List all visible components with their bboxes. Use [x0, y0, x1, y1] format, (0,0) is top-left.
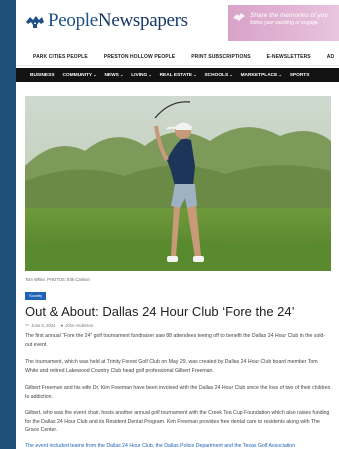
author-name: John Anderson [65, 322, 94, 328]
main-nav-business[interactable]: BUSINESS [30, 73, 55, 78]
main-nav-sports-label: SPORTS [289, 72, 310, 78]
paragraph-4: Gilbert, who was the event chair, hosts … [25, 410, 330, 433]
paragraph-2: The tournament, which was held at Trinit… [25, 359, 318, 374]
ad-headline: Share the memories of you [250, 12, 329, 19]
photo-caption: Tom White. PHOTOS: Erik Carlson [25, 277, 90, 282]
logo-part2: Newspapers [97, 10, 188, 31]
paragraph-1: The first annual “Fore the 24” golf tour… [25, 333, 326, 348]
chevron-down-icon: ⌄ [93, 72, 97, 77]
category-badge[interactable]: Society [25, 292, 47, 300]
main-nav-news[interactable]: NEWS⌄ [104, 72, 123, 78]
main-nav-schools[interactable]: SCHOOLS⌄ [204, 72, 232, 78]
ad-subline: follow your wedding or engage [250, 20, 318, 26]
main-nav-community[interactable]: COMMUNITY⌄ [63, 72, 97, 78]
main-nav-community-label: COMMUNITY [62, 73, 93, 78]
main-nav-schools-label: SCHOOLS [204, 73, 229, 78]
hero-photo [25, 96, 331, 271]
chevron-down-icon: ⌄ [119, 72, 124, 77]
chevron-down-icon: ⌄ [193, 72, 197, 77]
article-title: Out & About: Dallas 24 Hour Club ‘Fore t… [25, 304, 295, 319]
logo-icon [26, 16, 44, 28]
bird-icon [233, 13, 245, 21]
top-nav-park-cities[interactable]: PARK CITIES PEOPLE [33, 54, 88, 60]
logo-part1: People [48, 10, 98, 31]
main-nav-marketplace[interactable]: MARKETPLACE⌄ [241, 72, 282, 78]
top-nav-preston-hollow[interactable]: PRESTON HOLLOW PEOPLE [104, 54, 175, 60]
top-nav-advertise[interactable]: AD [327, 54, 334, 60]
main-nav-sports[interactable]: SPORTS [290, 73, 310, 78]
chevron-down-icon: ⌄ [278, 72, 282, 77]
article-meta: ▭ June 5, 2024 ● John Anderson [25, 322, 93, 328]
top-nav-print-subscriptions[interactable]: PRINT SUBSCRIPTIONS [191, 54, 250, 60]
main-nav-living[interactable]: LIVING⌄ [131, 72, 151, 78]
article-author[interactable]: ● John Anderson [60, 323, 93, 328]
site-logo-text: PeopleNewspapers [48, 10, 188, 32]
top-nav: PARK CITIES PEOPLE PRESTON HOLLOW PEOPLE… [16, 48, 339, 66]
paragraph-5-cut[interactable]: The event included teams from the Dallas… [25, 443, 331, 449]
article-date: June 5, 2024 [31, 322, 56, 328]
main-nav-real-estate[interactable]: REAL ESTATE⌄ [160, 72, 197, 78]
main-nav: BUSINESS COMMUNITY⌄ NEWS⌄ LIVING⌄ REAL E… [16, 68, 339, 82]
masthead: PeopleNewspapers Share the memories of y… [16, 0, 339, 46]
main-nav-real-estate-label: REAL ESTATE [159, 73, 193, 78]
user-icon: ● [60, 322, 64, 328]
site-logo[interactable]: PeopleNewspapers [24, 10, 188, 32]
calendar-icon: ▭ [25, 322, 30, 327]
main-nav-business-label: BUSINESS [30, 72, 55, 78]
chevron-down-icon: ⌄ [229, 72, 233, 77]
paragraph-3: Gilbert Freeman and his wife Dr. Kim Fre… [25, 385, 331, 400]
page: PeopleNewspapers Share the memories of y… [16, 0, 339, 449]
main-nav-living-label: LIVING [131, 73, 148, 78]
ad-banner[interactable]: Share the memories of you follow your we… [228, 5, 339, 41]
main-nav-news-label: NEWS [104, 73, 119, 78]
main-nav-marketplace-label: MARKETPLACE [240, 73, 278, 78]
top-nav-e-newsletters[interactable]: E-NEWSLETTERS [267, 54, 311, 60]
chevron-down-icon: ⌄ [148, 72, 152, 77]
